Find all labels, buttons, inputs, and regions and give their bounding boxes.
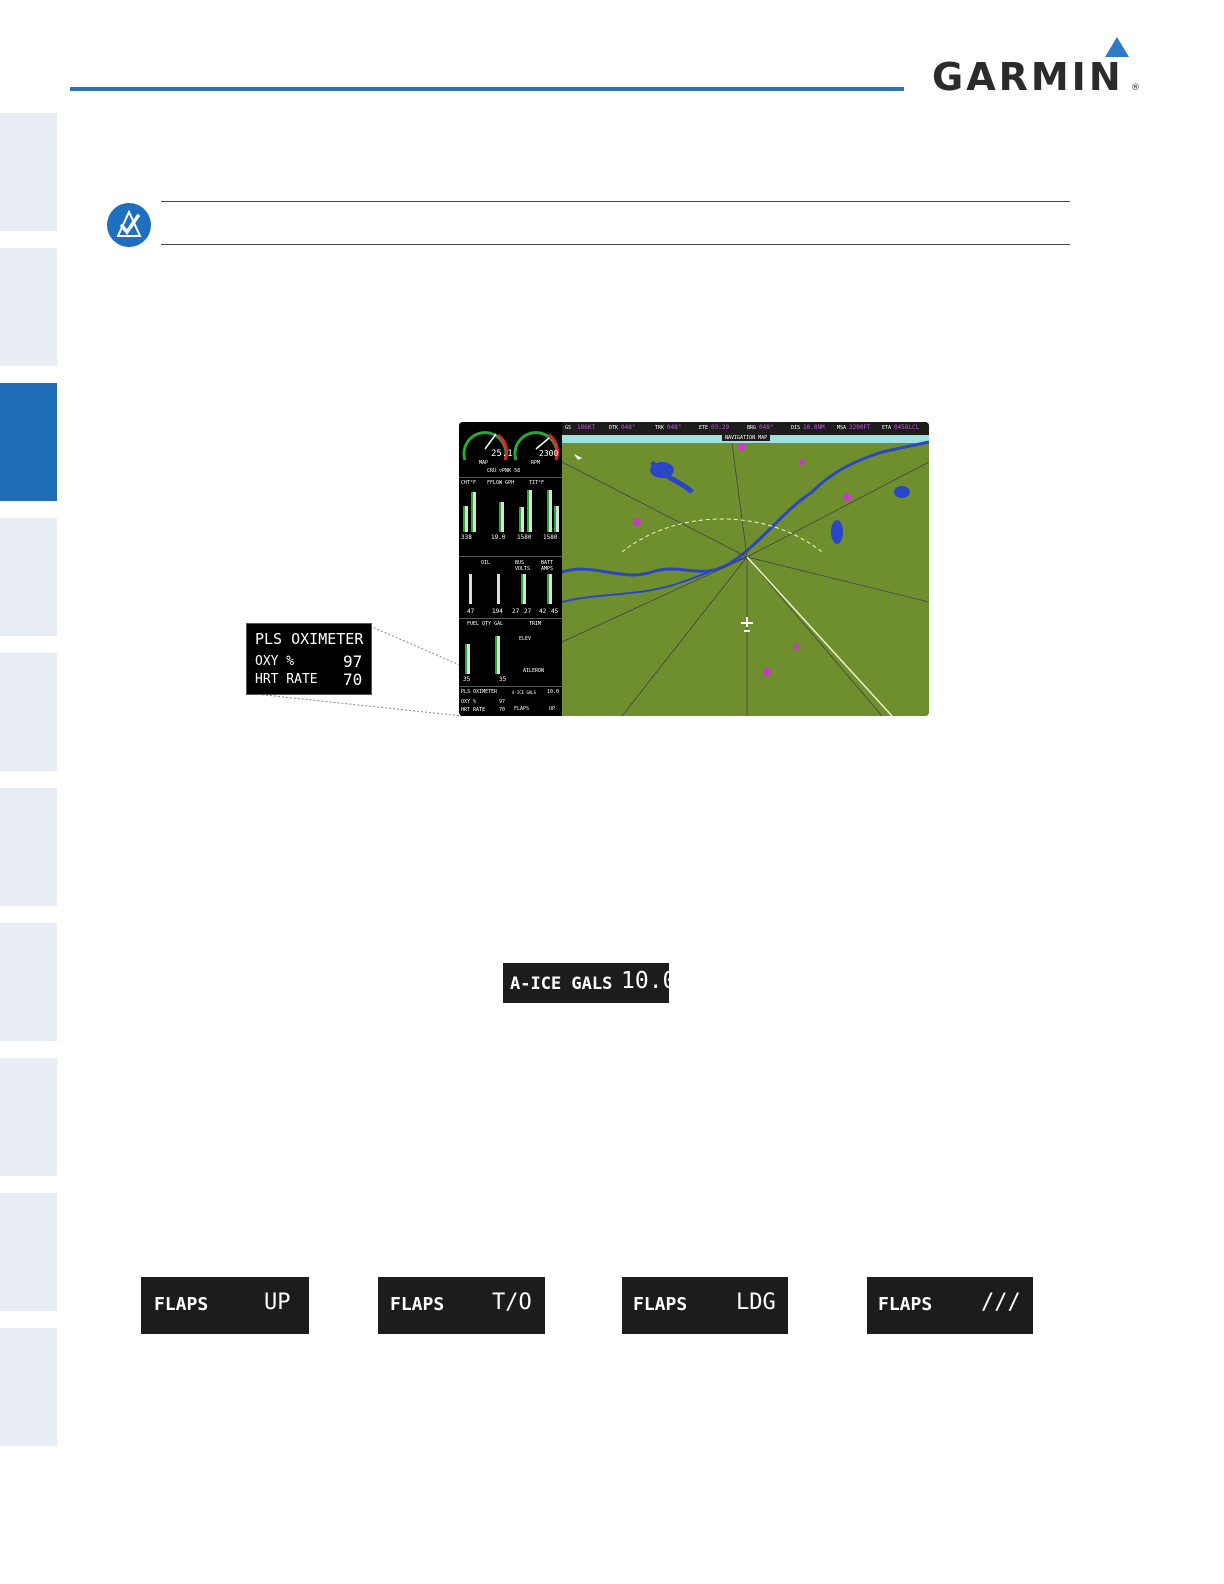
ete-value: 03:29 [711,424,730,431]
oil-temp-bar [497,574,500,604]
mini-aice-label: A-ICE GALS [512,690,537,695]
batt-amps-2: 45 [551,608,559,615]
mini-oxy-value: 97 [499,699,506,705]
mini-aice-value: 10.0 [547,689,560,695]
gs-value: 186KT [577,424,596,431]
mini-pls-label: PLS OXIMETER [461,689,498,695]
mini-hrt-label: HRT RATE [461,707,486,713]
fuel-left-value: 35 [463,676,471,683]
flaps-to-label: FLAPS [390,1294,445,1315]
bus-volts-1: 27 [512,608,520,615]
callout-hrt-label: HRT RATE [255,672,318,687]
map-graphic [562,422,929,716]
bus-label: BUS VOLTS [515,560,531,572]
batt-amps-1: 42 [539,608,547,615]
map-gauge [462,431,509,461]
tit-value-1: 1580 [517,534,532,541]
ff-value: 19.0 [491,534,506,541]
mini-flaps-label: FLAPS [514,706,530,712]
cht-value: 338 [461,534,472,541]
rpm-value: 2300 [539,449,559,458]
callout-oxy-label: OXY % [255,654,295,669]
aice-label: A-ICE GALS [510,974,613,994]
fuel-qty-label: FUEL QTY GAL [467,621,504,627]
pls-oximeter-callout: PLS OXIMETER OXY % 97 HRT RATE 70 [246,623,372,695]
callout-hrt-value: 70 [343,670,363,689]
trim-label: TRIM [529,621,542,627]
aice-value: 10.0 [621,968,677,994]
flaps-invalid-value: /// [981,1290,1021,1315]
trk-value: 048° [667,424,682,431]
cht-bar-2 [471,492,476,532]
cru-label: CRU ▽PNK 58 [487,468,521,474]
tit-bar-1 [519,507,524,532]
flaps-up-label: FLAPS [154,1294,209,1315]
flaps-up-value: UP [264,1290,291,1315]
cht-bar [463,506,468,532]
dtk-value: 048° [621,424,636,431]
map-page-title: NAVIGATION MAP [722,435,771,441]
oil-psi-value: 47 [467,608,475,615]
fuel-left-bar [465,644,470,674]
bus-volts-2: 27 [524,608,532,615]
mini-hrt-value: 70 [499,707,506,713]
brg-value: 048° [759,424,774,431]
eis-divider-2 [459,556,562,557]
msa-value: 3200FT [849,424,871,431]
msa-label: MSA [837,425,847,431]
flaps-to-value: T/O [492,1290,532,1315]
tit-label: TIT°F [529,480,545,486]
dtk-label: DTK [609,425,619,431]
ff-label: FFLOW GPH [487,480,515,486]
flaps-invalid-label: FLAPS [878,1294,933,1315]
flaps-ldg-display: FLAPS LDG [622,1277,788,1334]
flaps-ldg-label: FLAPS [633,1294,688,1315]
fuel-right-bar [495,636,500,674]
eis-divider-1 [459,477,562,478]
eis-divider-3 [459,618,562,619]
elev-label: ELEV [519,636,532,642]
mini-oxy-label: OXY % [461,699,477,705]
gs-label: GS [565,425,572,431]
oil-temp-value: 194 [492,608,503,615]
aice-gals-display: A-ICE GALS 10.0 [503,963,676,1003]
brg-label: BRG [747,425,757,431]
ff-bar [499,502,504,532]
tit-bar-4 [554,506,559,532]
aileron-label: AILERON [523,668,545,674]
engine-indication-strip: 25.1 MAP 2300 RPM CRU ▽PNK 58 CHT°F FFLO… [459,422,562,716]
eis-divider-4 [459,686,562,687]
tit-bar-3 [547,490,552,532]
dis-value: 10.8NM [803,424,825,431]
flaps-ldg-value: LDG [736,1290,776,1315]
tit-bar-2 [527,490,532,532]
eta-label: ETA [882,425,892,431]
callout-title: PLS OXIMETER [255,630,364,648]
flaps-up-display: FLAPS UP [141,1277,309,1334]
dis-label: DIS [791,425,801,431]
rpm-gauge [513,431,560,461]
tit-value-2: 1580 [543,534,558,541]
oil-psi-bar [469,574,472,604]
rpm-label: RPM [531,460,541,466]
trk-label: TRK [655,425,665,431]
batt-bar [547,574,552,604]
mini-flaps-value: UP [549,706,556,712]
map-label: MAP [479,460,489,466]
ete-label: ETE [699,425,709,431]
callout-oxy-value: 97 [343,652,363,671]
mfd-screenshot: 25.1 MAP 2300 RPM CRU ▽PNK 58 CHT°F FFLO… [459,422,929,716]
fuel-right-value: 35 [499,676,507,683]
oil-label: OIL [481,560,491,566]
batt-label: BATT AMPS [541,560,554,572]
bus-bar [521,574,526,604]
navigation-map[interactable]: GS 186KT DTK 048° TRK 048° ETE 03:29 BRG… [562,422,929,716]
eta-value: 0458LCL [894,424,920,431]
flaps-to-display: FLAPS T/O [378,1277,545,1334]
callout-leader-lines [245,625,463,717]
map-value: 25.1 [491,449,513,459]
cht-label: CHT°F [461,480,477,486]
flaps-invalid-display: FLAPS /// [867,1277,1033,1334]
